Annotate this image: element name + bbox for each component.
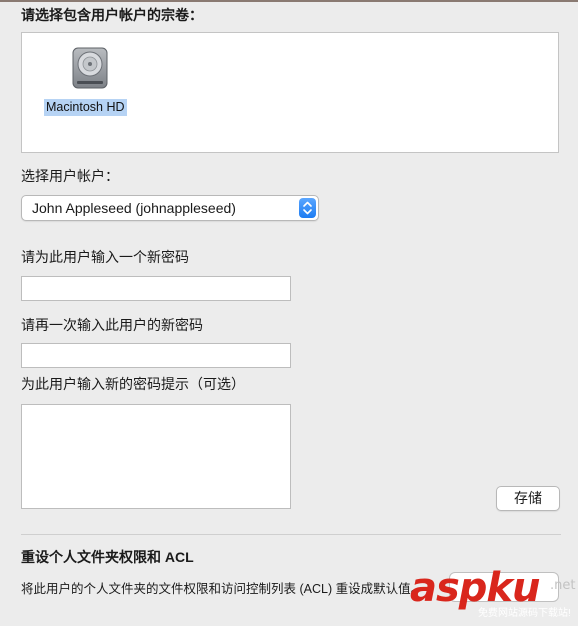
watermark-logo: aspku .net 免费网站源码下载站! (410, 566, 578, 626)
confirm-password-label: 请再一次输入此用户的新密码 (21, 317, 203, 333)
volume-name[interactable]: Macintosh HD (44, 99, 127, 116)
password-hint-field[interactable] (21, 404, 291, 509)
user-account-select[interactable]: John Appleseed (johnappleseed) (21, 195, 319, 221)
volume-list[interactable]: Macintosh HD (21, 32, 559, 153)
confirm-password-field[interactable] (21, 343, 291, 368)
new-password-label: 请为此用户输入一个新密码 (21, 249, 189, 265)
volume-section-title: 请选择包含用户帐户的宗卷： (21, 7, 203, 23)
user-select-label: 选择用户帐户： (21, 168, 119, 184)
window-top-edge (0, 0, 578, 2)
watermark-tld: .net (550, 578, 576, 593)
watermark-brand: aspku (410, 565, 541, 611)
user-account-value: John Appleseed (johnappleseed) (32, 200, 236, 216)
section-divider (21, 534, 561, 535)
watermark-tagline: 免费网站源码下载站! (478, 608, 571, 619)
password-hint-label: 为此用户输入新的密码提示（可选） (21, 376, 245, 392)
save-button[interactable]: 存储 (496, 486, 560, 511)
new-password-field[interactable] (21, 276, 291, 301)
chevron-updown-icon[interactable] (299, 198, 316, 218)
hard-disk-icon[interactable] (71, 47, 109, 89)
acl-section-title: 重设个人文件夹权限和 ACL (21, 549, 194, 565)
acl-description: 将此用户的个人文件夹的文件权限和访问控制列表 (ACL) 重设成默认值。 (21, 582, 424, 596)
